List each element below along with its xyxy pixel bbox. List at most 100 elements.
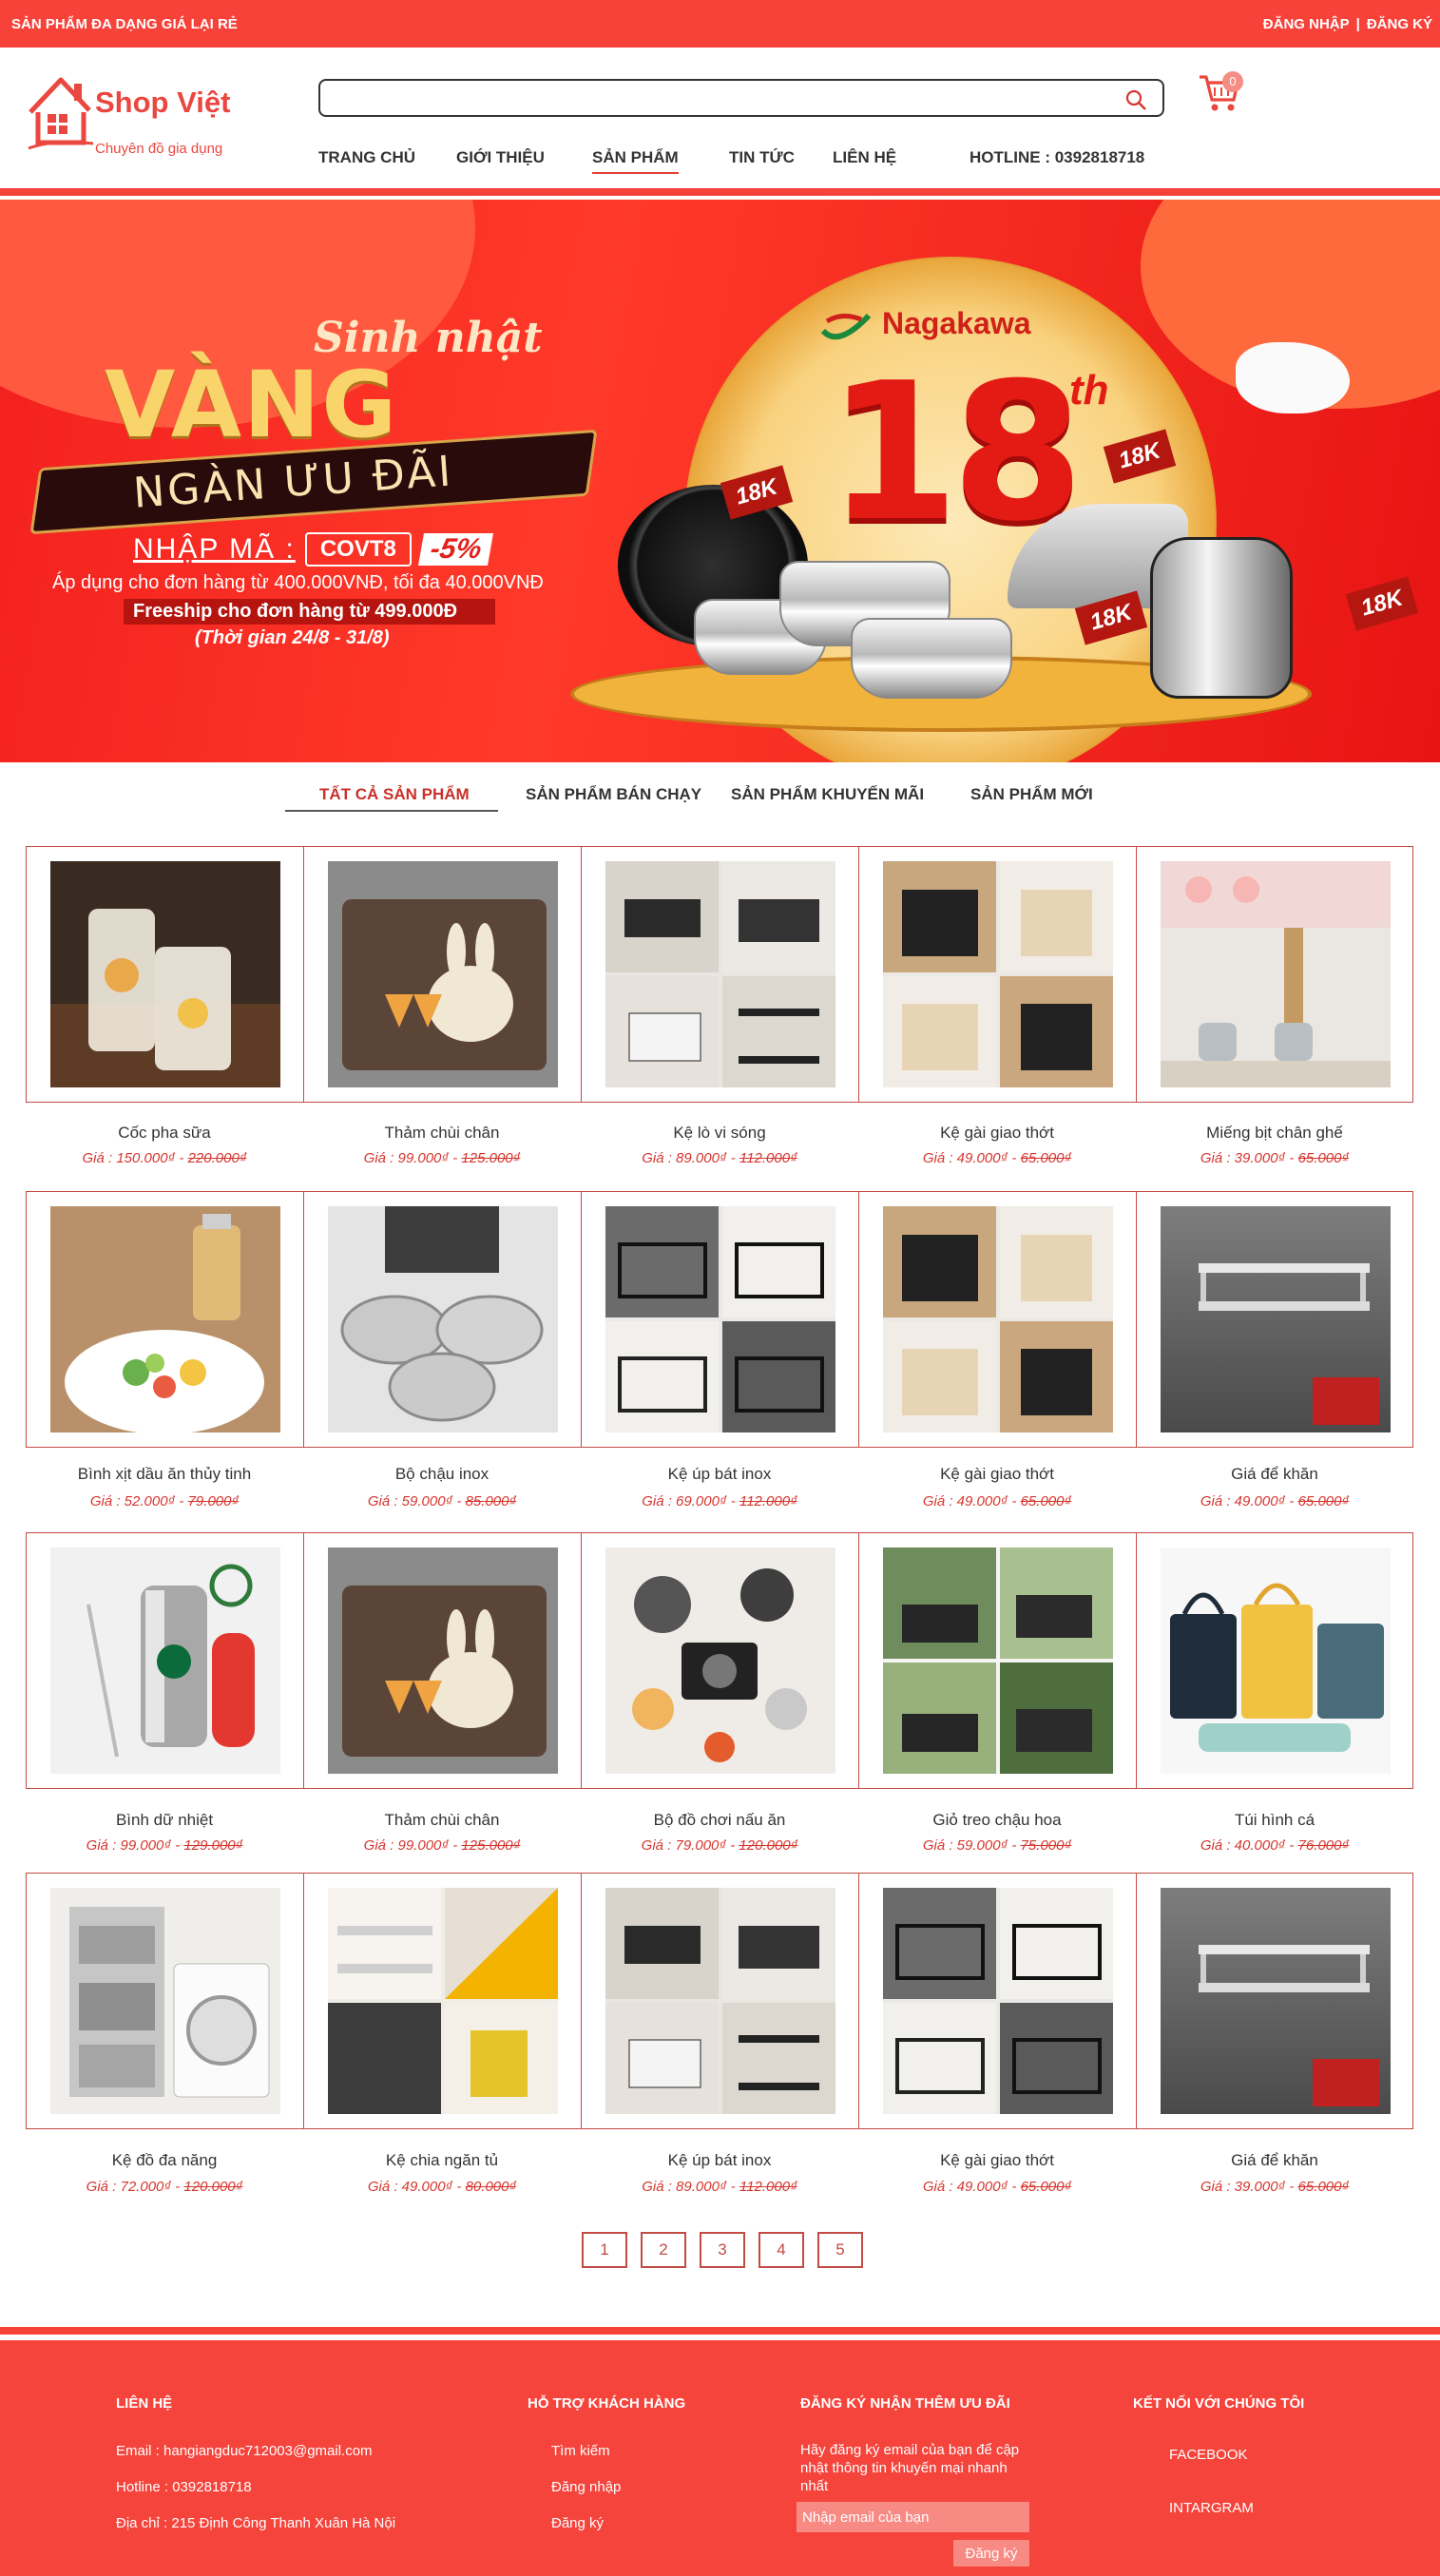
product-image[interactable] [50,861,280,1087]
product-card[interactable] [27,1874,304,2128]
product-name[interactable]: Kệ lò vi sóng [581,1124,858,1143]
product-card[interactable] [582,1874,859,2128]
product-card[interactable] [582,1533,859,1788]
promo-banner[interactable]: Sinh nhật VÀNG NGÀN ƯU ĐÃI NHẬP MÃ : COV… [0,200,1440,762]
facebook-link[interactable]: FACEBOOK [1169,2447,1248,2463]
product-image[interactable] [50,1548,280,1774]
register-link[interactable]: ĐĂNG KÝ [1367,16,1432,32]
product-name[interactable]: Bình xịt dầu ăn thủy tinh [26,1465,303,1484]
product-name[interactable]: Bộ chậu inox [303,1465,581,1484]
nav-about[interactable]: GIỚI THIỆU [456,148,545,167]
product-card[interactable] [27,847,304,1102]
product-image[interactable] [1161,861,1391,1087]
page-1-button[interactable]: 1 [582,2232,627,2268]
tab-new-products[interactable]: SẢN PHẨM MỚI [970,785,1093,804]
product-card[interactable] [582,1192,859,1447]
nav-products[interactable]: SẢN PHẨM [592,148,679,174]
product-name[interactable]: Thảm chùi chân [303,1811,581,1830]
product-name[interactable]: Giá để khăn [1136,2151,1413,2170]
product-name[interactable]: Kệ gài giao thớt [858,1465,1136,1484]
original-price: 76.000₫ [1297,1837,1350,1854]
product-name[interactable]: Kệ đồ đa năng [26,2151,303,2170]
footer-link-search[interactable]: Tìm kiếm [551,2443,610,2459]
product-card[interactable] [27,1533,304,1788]
product-image[interactable] [1161,1206,1391,1432]
product-card[interactable] [1137,1874,1414,2128]
product-name[interactable]: Thảm chùi chân [303,1124,581,1143]
product-image[interactable] [883,1206,1113,1432]
product-image[interactable] [605,1548,835,1774]
current-price: Giá : 49.000₫ [922,2179,1008,2195]
product-image[interactable] [605,1888,835,2114]
price-separator: - [452,2179,466,2195]
product-image[interactable] [1161,1548,1391,1774]
login-link[interactable]: ĐĂNG NHẬP [1263,16,1350,32]
product-image[interactable] [328,861,558,1087]
product-image[interactable] [605,1206,835,1432]
footer-newsletter-title: ĐĂNG KÝ NHẬN THÊM ƯU ĐÃI [800,2395,1010,2412]
search-icon[interactable] [1124,88,1147,111]
promo-code-row: NHẬP MÃ : COVT8 -5% [133,532,494,567]
product-name[interactable]: Cốc pha sữa [26,1124,303,1143]
product-image[interactable] [883,861,1113,1087]
product-card[interactable] [859,1874,1137,2128]
footer-link-register[interactable]: Đăng ký [551,2515,604,2531]
page-5-button[interactable]: 5 [817,2232,863,2268]
page-3-button[interactable]: 3 [700,2232,745,2268]
instagram-link[interactable]: INTARGRAM [1169,2500,1254,2516]
product-image[interactable] [1161,1888,1391,2114]
header-divider [0,188,1440,196]
product-card[interactable] [1137,847,1414,1102]
product-card[interactable] [27,1192,304,1447]
product-image[interactable] [328,1548,558,1774]
product-row [26,1191,1413,1448]
product-card[interactable] [582,847,859,1102]
product-card[interactable] [304,1192,582,1447]
product-name[interactable]: Túi hình cá [1136,1811,1413,1830]
product-card[interactable] [304,1874,582,2128]
tab-promotions[interactable]: SẢN PHẨM KHUYẾN MÃI [731,785,924,804]
product-card[interactable] [1137,1192,1414,1447]
product-name[interactable]: Kệ chia ngăn tủ [303,2151,581,2170]
cart-button[interactable]: 0 [1198,71,1245,119]
nav-news[interactable]: TIN TỨC [729,148,795,167]
pot-image [851,618,1012,699]
product-image[interactable] [328,1206,558,1432]
product-name[interactable]: Miếng bịt chân ghế [1136,1124,1413,1143]
product-image[interactable] [328,1888,558,2114]
brand-name: Shop Việt [95,86,231,119]
footer-link-login[interactable]: Đăng nhập [551,2479,621,2495]
product-name[interactable]: Kệ úp bát inox [581,1465,858,1484]
product-image[interactable] [883,1548,1113,1774]
nav-contact[interactable]: LIÊN HỆ [833,148,896,167]
product-name[interactable]: Giá để khăn [1136,1465,1413,1484]
product-card[interactable] [1137,1533,1414,1788]
product-image[interactable] [50,1206,280,1432]
product-name[interactable]: Bình dữ nhiệt [26,1811,303,1830]
product-card[interactable] [859,847,1137,1102]
product-name[interactable]: Kệ gài giao thớt [858,2151,1136,2170]
product-image[interactable] [883,1888,1113,2114]
tab-best-sellers[interactable]: SẢN PHẨM BÁN CHẠY [526,785,701,804]
product-card[interactable] [304,847,582,1102]
product-card[interactable] [859,1192,1137,1447]
product-name[interactable]: Bộ đồ chơi nấu ăn [581,1811,858,1830]
tab-all-products[interactable]: TẤT CẢ SẢN PHẨM [319,785,470,804]
product-name[interactable]: Kệ úp bát inox [581,2151,858,2170]
page-4-button[interactable]: 4 [758,2232,804,2268]
product-name[interactable]: Kệ gài giao thớt [858,1124,1136,1143]
nav-home[interactable]: TRANG CHỦ [318,148,415,167]
product-image[interactable] [50,1888,280,2114]
page-2-button[interactable]: 2 [641,2232,686,2268]
product-card[interactable] [859,1533,1137,1788]
newsletter-email-input[interactable] [797,2502,1029,2532]
logo[interactable]: Shop Việt Chuyên đồ gia dụng [27,67,255,157]
product-image[interactable] [605,861,835,1087]
product-name[interactable]: Giỏ treo chậu hoa [858,1811,1136,1830]
original-price: 65.000₫ [1297,2179,1350,2195]
original-price: 125.000₫ [461,1837,521,1854]
subscribe-button[interactable]: Đăng ký [953,2540,1029,2566]
search-input[interactable] [332,87,1092,109]
product-card[interactable] [304,1533,582,1788]
product-price: Giá : 49.000₫ - 65.000₫ [858,2179,1136,2195]
